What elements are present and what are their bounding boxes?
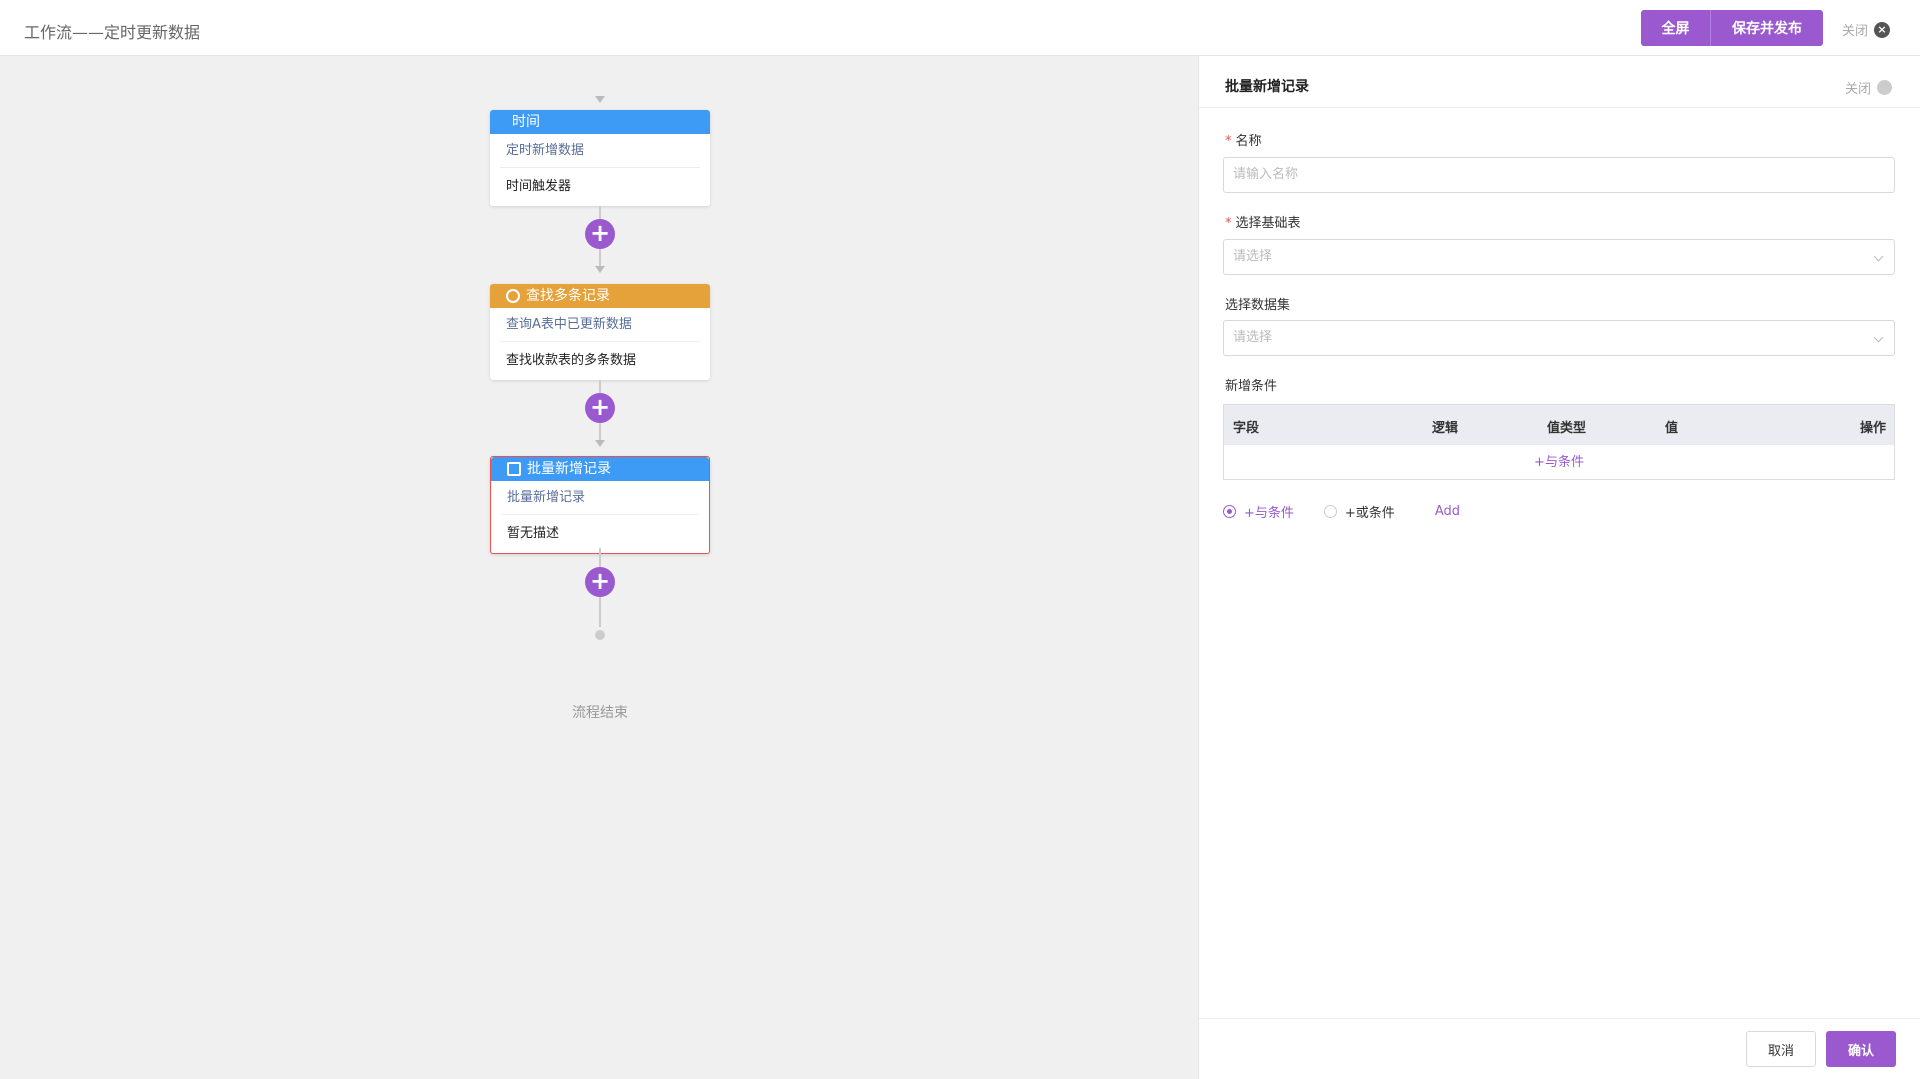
flow-node-batch-add[interactable]: 批量新增记录 批量新增记录 暂无描述: [490, 456, 710, 554]
header-close-button[interactable]: 关闭 ×: [1842, 20, 1891, 39]
connector-line: [599, 249, 601, 267]
top-bar: 工作流——定时更新数据 全屏 保存并发布 关闭 ×: [0, 0, 1920, 56]
confirm-button[interactable]: 确认: [1826, 1031, 1896, 1067]
add-node-button[interactable]: +: [585, 219, 615, 249]
base-table-select[interactable]: 请选择: [1223, 239, 1895, 275]
dataset-label: 选择数据集: [1225, 298, 1291, 313]
flow-node-timer[interactable]: 时间 定时新增数据 时间触发器: [490, 110, 710, 206]
save-publish-button[interactable]: 保存并发布: [1711, 10, 1823, 46]
node-header: 批量新增记录: [491, 457, 709, 481]
search-icon: [506, 289, 520, 303]
base-table-label: * 选择基础表: [1225, 216, 1301, 231]
add-node-button[interactable]: +: [585, 393, 615, 423]
column-field: 字段: [1233, 421, 1260, 436]
column-logic: 逻辑: [1432, 421, 1459, 436]
radio-and[interactable]: [1223, 505, 1236, 518]
node-description: 时间触发器: [506, 179, 572, 194]
panel-close-label: 关闭: [1845, 82, 1872, 97]
radio-or[interactable]: [1323, 505, 1337, 518]
node-properties-panel: 批量新增记录 关闭 * 名称 请输入名称 * 选择基础表 请选择 选择数据集 请选择…: [1198, 56, 1920, 1079]
flow-node-find-records[interactable]: 查找多条记录 查询A表中已更新数据 查找收款表的多条数据: [490, 284, 710, 380]
chevron-down-icon: [1873, 251, 1884, 262]
node-name: 查询A表中已更新数据: [500, 308, 700, 342]
fullscreen-button[interactable]: 全屏: [1641, 10, 1710, 46]
flow-end-dot: [595, 630, 605, 640]
close-icon: ×: [1874, 21, 1891, 38]
radio-or-label[interactable]: +或条件: [1345, 502, 1395, 521]
node-type-label: 批量新增记录: [527, 461, 611, 477]
node-description: 查找收款表的多条数据: [506, 353, 637, 368]
base-table-placeholder: 请选择: [1233, 249, 1273, 264]
divider: [1199, 107, 1920, 108]
chevron-down-icon: [1873, 332, 1884, 343]
arrow-down-icon: [595, 266, 605, 273]
page-title: 工作流——定时更新数据: [24, 23, 201, 42]
header-button-group: 全屏 保存并发布: [1641, 10, 1823, 46]
column-action: 操作: [1860, 421, 1887, 436]
column-value: 值: [1665, 421, 1679, 436]
node-header: 查找多条记录: [490, 284, 710, 308]
radio-and-label[interactable]: +与条件: [1244, 502, 1294, 521]
dataset-placeholder: 请选择: [1233, 330, 1273, 345]
arrow-down-icon: [595, 96, 605, 103]
flow-end-label: 流程结束: [572, 705, 628, 721]
connector-line: [599, 423, 601, 441]
divider: [1199, 1018, 1920, 1019]
add-and-condition-link[interactable]: +与条件: [1224, 445, 1894, 480]
workflow-canvas[interactable]: 时间 定时新增数据 时间触发器 + 查找多条记录 查询A表中已更新数据 查找收款…: [0, 56, 1198, 1079]
add-record-icon: [507, 462, 521, 476]
condition-mode-group: +与条件 +或条件 Add: [1223, 502, 1460, 521]
conditions-table: 字段 逻辑 值类型 值 操作 +与条件: [1223, 404, 1895, 480]
node-type-label: 时间: [512, 114, 540, 130]
cancel-button[interactable]: 取消: [1746, 1031, 1816, 1067]
conditions-table-header: 字段 逻辑 值类型 值 操作: [1224, 405, 1894, 445]
panel-close-button[interactable]: 关闭: [1845, 78, 1893, 97]
add-condition-link[interactable]: Add: [1435, 504, 1460, 519]
panel-title: 批量新增记录: [1225, 79, 1309, 95]
required-mark: *: [1225, 134, 1232, 149]
arrow-down-icon: [595, 440, 605, 447]
node-name: 定时新增数据: [500, 134, 700, 168]
add-node-button[interactable]: +: [585, 567, 615, 597]
close-icon: [1877, 80, 1893, 95]
name-placeholder: 请输入名称: [1233, 167, 1299, 182]
required-mark: *: [1225, 216, 1232, 231]
dataset-select[interactable]: 请选择: [1223, 320, 1895, 356]
node-name: 批量新增记录: [501, 481, 699, 515]
header-close-label: 关闭: [1842, 24, 1869, 39]
name-label: * 名称: [1225, 134, 1262, 149]
node-type-label: 查找多条记录: [526, 288, 610, 304]
node-header: 时间: [490, 110, 710, 134]
column-value-type: 值类型: [1547, 421, 1587, 436]
connector-line: [599, 597, 601, 627]
name-input[interactable]: 请输入名称: [1223, 157, 1895, 193]
conditions-label: 新增条件: [1225, 379, 1278, 394]
